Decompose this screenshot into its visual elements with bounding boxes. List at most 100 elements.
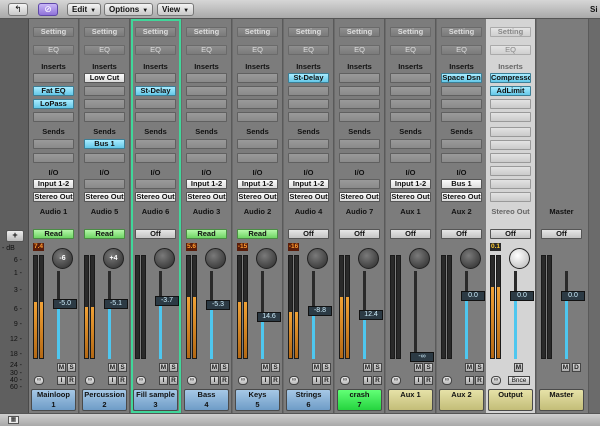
fader-value[interactable]: -3.7 — [155, 295, 179, 306]
send-slot[interactable] — [339, 139, 380, 149]
pan-knob[interactable] — [154, 248, 175, 269]
send-slot[interactable] — [237, 153, 278, 163]
insert-slot[interactable] — [186, 86, 227, 96]
mute-button[interactable]: M — [57, 363, 66, 372]
output-slot[interactable]: Stereo Out — [33, 192, 74, 202]
track-name[interactable]: crash 7 — [337, 389, 382, 411]
bounce-link-icon[interactable]: ∞ — [391, 376, 401, 385]
pan-knob[interactable]: -6 — [52, 248, 73, 269]
insert-slot[interactable] — [288, 112, 329, 122]
setting-button[interactable]: Setting — [490, 27, 531, 37]
mute-button[interactable]: M — [414, 363, 423, 372]
pan-knob[interactable] — [358, 248, 379, 269]
setting-button[interactable]: Setting — [135, 27, 176, 37]
send-slot[interactable] — [33, 153, 74, 163]
solo-button[interactable]: S — [322, 363, 331, 372]
automation-button[interactable]: Off — [339, 229, 380, 239]
insert-slot[interactable] — [339, 73, 380, 83]
insert-slot[interactable]: Compresso — [490, 73, 531, 83]
bounce-link-icon[interactable]: ∞ — [340, 376, 350, 385]
send-slot[interactable] — [288, 139, 329, 149]
eq-button[interactable]: EQ — [490, 45, 531, 55]
volume-fader[interactable] — [514, 271, 517, 359]
send-slot[interactable] — [135, 153, 176, 163]
automation-button[interactable]: Off — [541, 229, 582, 239]
record-enable-button[interactable]: R — [475, 376, 484, 385]
pan-knob[interactable] — [509, 248, 530, 269]
pan-knob[interactable] — [460, 248, 481, 269]
record-enable-button[interactable]: R — [169, 376, 178, 385]
volume-fader[interactable] — [465, 271, 468, 359]
setting-button[interactable]: Setting — [441, 27, 482, 37]
channel-strip[interactable]: Setting EQ Inserts Sends I/O Stereo Out Audio … — [335, 19, 385, 413]
record-enable-button[interactable]: R — [424, 376, 433, 385]
insert-slot[interactable] — [490, 192, 531, 202]
send-slot[interactable] — [441, 153, 482, 163]
volume-fader[interactable] — [57, 271, 60, 359]
input-monitor-button[interactable]: I — [57, 376, 66, 385]
insert-slot[interactable]: Fat EQ — [33, 86, 74, 96]
insert-slot[interactable] — [390, 112, 431, 122]
record-enable-button[interactable]: R — [373, 376, 382, 385]
input-monitor-button[interactable]: I — [261, 376, 270, 385]
input-slot[interactable]: Input 1-2 — [390, 179, 431, 189]
bounce-link-icon[interactable]: ∞ — [491, 376, 501, 385]
fader-value[interactable]: 12.4 — [359, 310, 383, 320]
channel-strip[interactable]: Setting EQ Inserts Sends I/O Input 1-2 Stereo … — [182, 19, 232, 413]
track-name[interactable]: Strings 6 — [286, 389, 331, 411]
volume-fader[interactable] — [414, 271, 417, 359]
eq-button[interactable]: EQ — [186, 45, 227, 55]
output-slot[interactable]: Stereo Out — [186, 192, 227, 202]
record-enable-button[interactable]: R — [271, 376, 280, 385]
record-enable-button[interactable]: R — [322, 376, 331, 385]
output-slot[interactable]: Stereo Out — [441, 192, 482, 202]
eq-button[interactable]: EQ — [237, 45, 278, 55]
record-enable-button[interactable]: R — [220, 376, 229, 385]
mute-button[interactable]: M — [514, 363, 523, 372]
insert-slot[interactable] — [186, 99, 227, 109]
bounce-link-icon[interactable]: ∞ — [85, 376, 95, 385]
output-slot[interactable]: Stereo Out — [390, 192, 431, 202]
grid-icon[interactable]: ▦ — [8, 416, 19, 424]
setting-button[interactable]: Setting — [84, 27, 125, 37]
pan-knob[interactable] — [256, 248, 277, 269]
send-slot[interactable] — [390, 139, 431, 149]
mute-button[interactable]: M — [363, 363, 372, 372]
track-name[interactable]: Output — [488, 389, 533, 411]
automation-button[interactable]: Read — [237, 229, 278, 239]
eq-button[interactable]: EQ — [339, 45, 380, 55]
eq-button[interactable]: EQ — [390, 45, 431, 55]
output-slot[interactable]: Stereo Out — [135, 192, 176, 202]
fader-value[interactable]: -5.1 — [104, 299, 128, 310]
insert-slot[interactable]: St-Delay — [288, 73, 329, 83]
mute-button[interactable]: M — [159, 363, 168, 372]
insert-slot[interactable] — [390, 99, 431, 109]
automation-button[interactable]: Off — [288, 229, 329, 239]
fader-value[interactable]: -8.8 — [308, 305, 332, 316]
output-slot[interactable]: Stereo Out — [84, 192, 125, 202]
input-monitor-button[interactable]: I — [210, 376, 219, 385]
send-slot[interactable] — [135, 139, 176, 149]
track-name[interactable]: Aux 1 — [388, 389, 433, 411]
channel-strip[interactable]: Setting EQ Inserts Low Cut Sends Bus 1 I/O Ster… — [80, 19, 130, 413]
track-name[interactable]: Bass 4 — [184, 389, 229, 411]
send-slot[interactable]: Bus 1 — [84, 139, 125, 149]
insert-slot[interactable] — [288, 99, 329, 109]
bounce-link-icon[interactable]: ∞ — [187, 376, 197, 385]
volume-fader[interactable] — [108, 271, 111, 359]
setting-button[interactable]: Setting — [237, 27, 278, 37]
insert-slot[interactable]: AdLimit — [490, 86, 531, 96]
insert-slot[interactable] — [390, 86, 431, 96]
insert-slot[interactable] — [84, 112, 125, 122]
edit-menu-button[interactable]: Edit ▼ — [67, 3, 102, 16]
automation-button[interactable]: Read — [186, 229, 227, 239]
insert-slot[interactable] — [237, 86, 278, 96]
track-name[interactable]: Fill sample 3 — [133, 389, 178, 411]
mute-button[interactable]: M — [465, 363, 474, 372]
setting-button[interactable]: Setting — [390, 27, 431, 37]
fader-value[interactable]: 14.6 — [257, 311, 281, 322]
fader-value[interactable]: -∞ — [410, 352, 434, 363]
channel-strip[interactable]: Master Off 0.0 M D Master — [537, 19, 589, 413]
insert-slot[interactable] — [441, 86, 482, 96]
dim-button[interactable]: D — [572, 363, 581, 372]
